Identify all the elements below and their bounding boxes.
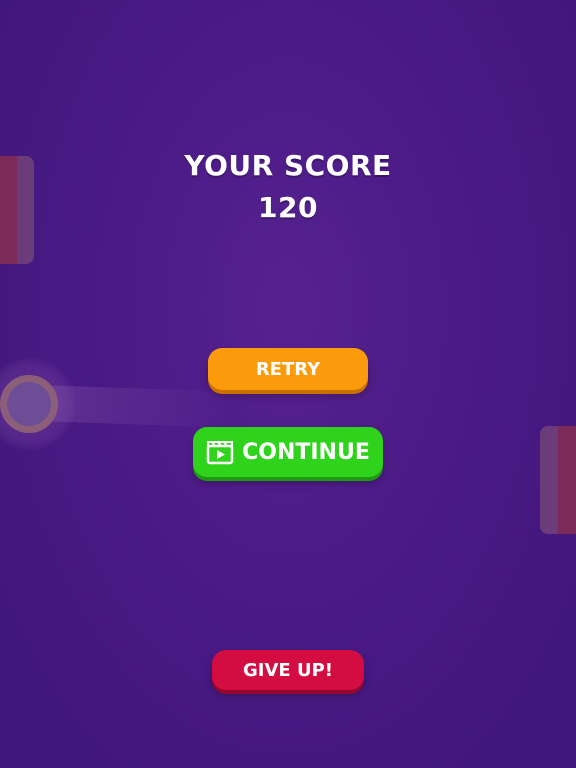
retry-button[interactable]: RETRY [208, 348, 368, 390]
give-up-button[interactable]: GIVE UP! [212, 650, 364, 690]
score-title: YOUR SCORE [184, 149, 392, 182]
right-paddle [540, 426, 576, 534]
ball [0, 375, 58, 433]
continue-button[interactable]: CONTINUE [193, 427, 383, 477]
score-value: 120 [258, 191, 318, 224]
score-panel: YOUR SCORE 120 [0, 148, 576, 228]
retry-label: RETRY [255, 358, 321, 380]
video-clapper-icon [206, 439, 234, 465]
give-up-label: GIVE UP! [243, 659, 333, 681]
continue-label: CONTINUE [242, 439, 370, 465]
